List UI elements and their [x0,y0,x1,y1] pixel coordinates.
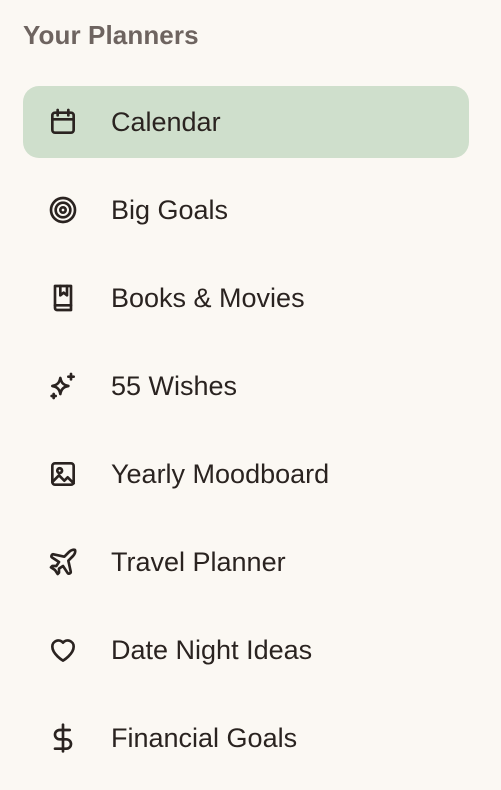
heart-icon [47,634,79,666]
sidebar-item-label: Yearly Moodboard [111,459,330,489]
planners-sidebar: Your Planners Calendar Big Goals Books &… [0,0,501,784]
sidebar-item-55-wishes[interactable]: 55 Wishes [23,350,469,422]
sidebar-item-yearly-moodboard[interactable]: Yearly Moodboard [23,438,469,510]
image-icon [47,458,79,490]
book-icon [47,282,79,314]
section-heading: Your Planners [23,20,199,50]
sidebar-item-books-movies[interactable]: Books & Movies [23,262,469,334]
sparkles-icon [47,370,79,402]
sidebar-item-financial-goals[interactable]: Financial Goals [23,702,469,774]
sidebar-item-label: Books & Movies [111,283,305,313]
planner-list: Calendar Big Goals Books & Movies 55 Wis… [23,86,469,790]
sidebar-item-label: Calendar [111,107,221,137]
sidebar-item-label: Financial Goals [111,723,298,753]
sidebar-item-date-night-ideas[interactable]: Date Night Ideas [23,614,469,686]
sidebar-item-label: Date Night Ideas [111,635,313,665]
dollar-icon [47,722,79,754]
sidebar-item-travel-planner[interactable]: Travel Planner [23,526,469,598]
calendar-icon [47,106,79,138]
sidebar-item-big-goals[interactable]: Big Goals [23,174,469,246]
sidebar-item-label: Travel Planner [111,547,286,577]
target-icon [47,194,79,226]
sidebar-item-calendar[interactable]: Calendar [23,86,469,158]
sidebar-item-label: 55 Wishes [111,371,238,401]
plane-icon [47,546,79,578]
sidebar-item-label: Big Goals [111,195,229,225]
